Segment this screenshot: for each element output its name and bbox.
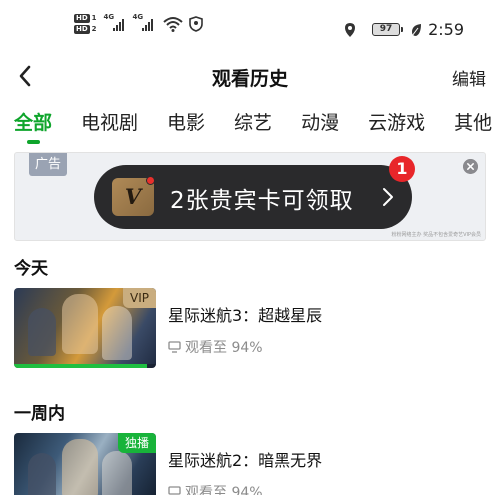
tab-cloud-games[interactable]: 云游戏 xyxy=(368,108,425,144)
item-title[interactable]: 星际迷航2：暗黑无界 xyxy=(168,447,322,471)
vip-badge: VIP xyxy=(123,288,156,308)
tab-all[interactable]: 全部 xyxy=(14,108,52,144)
category-tabs: 全部 电视剧 电影 综艺 动漫 云游戏 其他 xyxy=(14,108,500,148)
wifi-icon xyxy=(162,17,183,32)
tab-movies[interactable]: 电影 xyxy=(167,108,205,144)
status-right: 97 2:59 xyxy=(344,20,464,39)
section-title-week: 一周内 xyxy=(14,404,65,424)
edit-button[interactable]: 编辑 xyxy=(452,65,486,90)
location-icon xyxy=(345,22,356,37)
status-bar: HD 1 HD 2 4G 4G 97 2:59 xyxy=(0,0,500,50)
history-item[interactable]: 独播 星际迷航2：暗黑无界 观看至 94% xyxy=(14,433,486,495)
hd-badge-1: HD xyxy=(74,14,90,23)
tab-tv-series[interactable]: 电视剧 xyxy=(81,108,138,144)
hd-badge-2: HD xyxy=(74,25,90,34)
ad-footnote: 粉粉网络主办 奖品不包含爱奇艺VIP会员 xyxy=(391,232,481,238)
poster-thumbnail[interactable]: 独播 xyxy=(14,433,156,495)
monitor-icon xyxy=(168,341,181,353)
tab-other[interactable]: 其他 xyxy=(454,108,492,144)
watch-progress: 观看至 94% xyxy=(168,482,263,495)
tab-anime[interactable]: 动漫 xyxy=(301,108,339,144)
clock: 2:59 xyxy=(428,20,464,39)
ad-count-badge: 1 xyxy=(389,156,415,182)
signal-icon-2: 4G xyxy=(133,13,153,31)
ad-label: 广告 xyxy=(29,153,67,176)
poster-thumbnail[interactable]: VIP xyxy=(14,288,156,368)
ad-banner[interactable]: 广告 V 2张贵宾卡可领取 1 粉粉网络主办 奖品不包含爱奇艺VIP会员 xyxy=(14,152,486,241)
signal-icon-1: 4G xyxy=(104,13,124,31)
watch-progress: 观看至 94% xyxy=(168,337,263,357)
monitor-icon xyxy=(168,486,181,495)
leaf-icon xyxy=(411,23,422,36)
page-title: 观看历史 xyxy=(211,68,288,90)
section-title-today: 今天 xyxy=(14,259,48,279)
shield-icon xyxy=(188,16,203,32)
progress-track xyxy=(14,364,156,368)
battery-indicator: 97 xyxy=(372,23,404,36)
vip-card-promo[interactable]: V 2张贵宾卡可领取 xyxy=(94,165,412,229)
exclusive-badge: 独播 xyxy=(117,433,156,453)
title-bar: 观看历史 编辑 xyxy=(0,56,500,96)
watch-progress-text: 观看至 94% xyxy=(185,340,263,356)
chevron-right-icon xyxy=(383,188,393,206)
tab-variety[interactable]: 综艺 xyxy=(234,108,272,144)
history-item[interactable]: VIP 星际迷航3：超越星辰 观看至 94% xyxy=(14,288,486,368)
notification-dot xyxy=(146,176,155,185)
sim1-label: 1 xyxy=(91,14,97,22)
item-title[interactable]: 星际迷航3：超越星辰 xyxy=(168,302,322,326)
network-type-1: 4G xyxy=(103,13,115,21)
watch-progress-text: 观看至 94% xyxy=(185,485,263,495)
sim2-label: 2 xyxy=(91,25,97,33)
progress-fill xyxy=(14,364,148,368)
ad-text: 2张贵宾卡可领取 xyxy=(170,188,354,214)
close-icon[interactable] xyxy=(463,159,478,174)
network-type-2: 4G xyxy=(132,13,144,21)
signal-group: HD 1 HD 2 4G 4G xyxy=(74,13,203,34)
